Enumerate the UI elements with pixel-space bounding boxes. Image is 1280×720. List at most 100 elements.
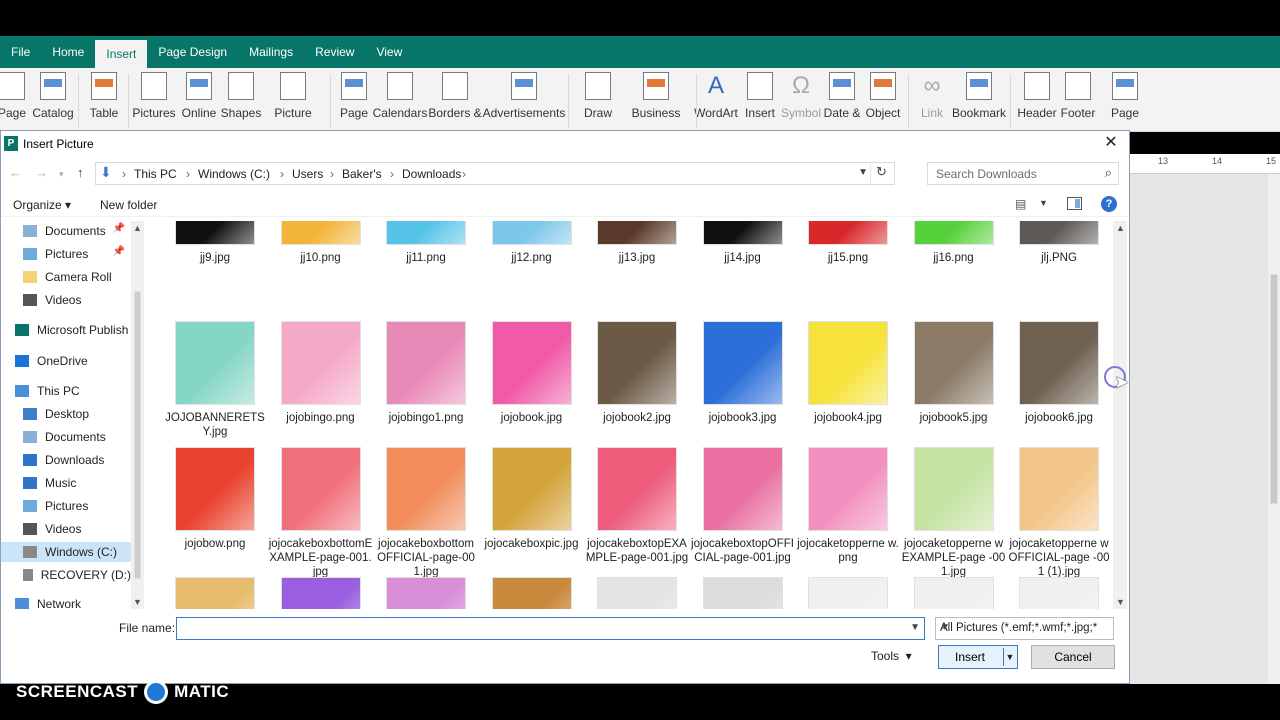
file-name-dropdown-icon[interactable]: ▼ — [910, 622, 920, 633]
file-item-partial[interactable] — [585, 575, 689, 609]
file-item[interactable]: jojobook5.jpg — [902, 319, 1006, 459]
file-item[interactable]: jojobook4.jpg — [796, 319, 900, 459]
help-icon[interactable]: ? — [1101, 196, 1117, 212]
recent-locations-chevron-icon[interactable]: ▾ — [59, 169, 64, 180]
nav-item-music[interactable]: Music — [19, 473, 131, 493]
back-arrow-icon[interactable]: ← — [9, 165, 22, 180]
nav-item-pictures[interactable]: Pictures 📌 — [19, 244, 131, 264]
document-scrollbar[interactable] — [1268, 174, 1280, 684]
document-canvas[interactable] — [1130, 174, 1280, 684]
file-item[interactable]: jojocakeboxpic.jpg — [480, 445, 584, 585]
nav-item-videos[interactable]: Videos — [19, 290, 131, 310]
navigation-scrollbar[interactable]: ▲ ▼ — [131, 221, 144, 609]
nav-item-onedrive[interactable]: OneDrive — [11, 351, 131, 371]
scroll-up-icon[interactable]: ▲ — [1116, 223, 1125, 233]
breadcrumb-separator-icon[interactable]: › — [122, 167, 126, 181]
file-name-input[interactable]: ▼ — [176, 617, 925, 640]
address-dropdown-icon[interactable]: ▼ — [858, 167, 868, 178]
business-information-button[interactable]: Business — [626, 72, 686, 120]
file-item[interactable]: jojocaketopperne wOFFICIAL-page -001 (1)… — [1007, 445, 1111, 585]
change-view-icon[interactable]: ▤ — [1015, 197, 1026, 211]
nav-item-desktop[interactable]: Desktop — [19, 404, 131, 424]
preview-pane-icon[interactable] — [1067, 197, 1082, 210]
breadcrumb-separator-icon[interactable]: › — [280, 167, 284, 181]
insert-button[interactable]: Insert ▼ — [938, 645, 1018, 669]
nav-item-downloads[interactable]: Downloads — [19, 450, 131, 470]
file-item-partial[interactable] — [902, 575, 1006, 609]
breadcrumb-separator-icon[interactable]: › — [186, 167, 190, 181]
file-item[interactable]: jojobook2.jpg — [585, 319, 689, 459]
breadcrumb-baker-s[interactable]: Baker's — [342, 167, 382, 181]
scroll-thumb[interactable] — [134, 291, 141, 579]
filter-dropdown-icon[interactable]: ▼ — [940, 622, 1109, 633]
nav-item-network[interactable]: Network — [11, 594, 131, 609]
advertisements-button[interactable]: Advertisements — [483, 72, 565, 120]
tab-file[interactable]: File — [0, 36, 41, 68]
file-item-partial[interactable] — [691, 575, 795, 609]
nav-item-camera-roll[interactable]: Camera Roll — [19, 267, 131, 287]
breadcrumb-this-pc[interactable]: This PC — [134, 167, 177, 181]
tab-view[interactable]: View — [365, 36, 413, 68]
file-item-partial[interactable] — [480, 575, 584, 609]
nav-item-recovery-d[interactable]: RECOVERY (D:) — [19, 565, 131, 585]
file-type-filter[interactable]: All Pictures (*.emf;*.wmf;*.jpg;* ▼ — [935, 617, 1114, 640]
tab-home[interactable]: Home — [41, 36, 95, 68]
shapes-button[interactable]: Shapes — [211, 72, 271, 120]
file-item[interactable]: jojobook3.jpg — [691, 319, 795, 459]
breadcrumb-separator-icon[interactable]: › — [390, 167, 394, 181]
organize-button[interactable]: Organize ▾ — [13, 198, 71, 212]
file-item[interactable]: jojocakeboxtopOFFICIAL-page-001.jpg — [691, 445, 795, 585]
picture-placeholder-button[interactable]: Picture — [263, 72, 323, 120]
nav-item-documents[interactable]: Documents 📌 — [19, 221, 131, 241]
tab-mailings[interactable]: Mailings — [238, 36, 304, 68]
search-icon[interactable]: ⌕ — [1105, 165, 1112, 181]
file-item[interactable]: jojocakeboxbottomEXAMPLE-page-001.jpg — [269, 445, 373, 585]
breadcrumb-separator-icon[interactable]: › — [462, 167, 466, 181]
breadcrumb-windows-c-[interactable]: Windows (C:) — [198, 167, 270, 181]
new-folder-button[interactable]: New folder — [100, 198, 157, 212]
borders-button[interactable]: Borders & — [425, 72, 485, 120]
tab-review[interactable]: Review — [304, 36, 365, 68]
file-item-partial[interactable] — [1007, 575, 1111, 609]
scroll-down-icon[interactable]: ▼ — [133, 597, 142, 607]
cancel-button[interactable]: Cancel — [1031, 645, 1115, 669]
refresh-icon[interactable]: ↻ — [870, 164, 892, 183]
file-item[interactable]: jojocaketopperne w.png — [796, 445, 900, 585]
file-item-partial[interactable] — [269, 575, 373, 609]
address-bar[interactable]: ⬇ ▼ ↻ › This PC › Windows (C:) › Users › Baker'… — [95, 162, 895, 185]
calendars-button[interactable]: Calendars — [370, 72, 430, 120]
file-item[interactable]: JOJOBANNERETSY.jpg — [163, 319, 267, 459]
breadcrumb-downloads[interactable]: Downloads — [402, 167, 461, 181]
tab-insert[interactable]: Insert — [95, 40, 148, 68]
nav-item-windows-c[interactable]: Windows (C:) — [1, 542, 131, 562]
close-icon[interactable]: ✕ — [1099, 133, 1123, 153]
page-number-button[interactable]: Page — [1095, 72, 1155, 120]
nav-item-documents[interactable]: Documents — [19, 427, 131, 447]
breadcrumb-separator-icon[interactable]: › — [330, 167, 334, 181]
file-grid-scrollbar[interactable]: ▲ ▼ — [1113, 221, 1127, 609]
insert-options-icon[interactable]: ▼ — [1003, 648, 1016, 666]
tab-page-design[interactable]: Page Design — [147, 36, 238, 68]
file-item-partial[interactable] — [163, 575, 267, 609]
up-arrow-icon[interactable]: ↑ — [77, 165, 84, 180]
forward-arrow-icon[interactable]: → — [35, 165, 48, 180]
scroll-up-icon[interactable]: ▲ — [133, 223, 142, 233]
search-input[interactable]: Search Downloads ⌕ — [927, 162, 1119, 185]
file-item[interactable]: jojocakeboxbottomOFFICIAL-page-001.jpg — [374, 445, 478, 585]
breadcrumb-users[interactable]: Users — [292, 167, 323, 181]
file-item[interactable]: jojobook.jpg — [480, 319, 584, 459]
file-item[interactable]: jojobingo1.png — [374, 319, 478, 459]
tools-button[interactable]: Tools ▾ — [871, 649, 912, 663]
draw-text-box-button[interactable]: Draw — [568, 72, 628, 120]
file-item[interactable]: jojobingo.png — [269, 319, 373, 459]
nav-item-microsoft-publish[interactable]: Microsoft Publish — [11, 320, 131, 340]
bookmark-button[interactable]: Bookmark — [949, 72, 1009, 120]
file-item[interactable]: jojobook6.jpg — [1007, 319, 1111, 459]
file-item[interactable]: jojocaketopperne wEXAMPLE-page -001.jpg — [902, 445, 1006, 585]
view-dropdown-icon[interactable]: ▼ — [1039, 198, 1048, 208]
file-item-partial[interactable] — [796, 575, 900, 609]
file-item-partial[interactable] — [374, 575, 478, 609]
scroll-thumb[interactable] — [1270, 274, 1278, 504]
file-item[interactable]: jojobow.png — [163, 445, 267, 585]
nav-item-pictures[interactable]: Pictures — [19, 496, 131, 516]
